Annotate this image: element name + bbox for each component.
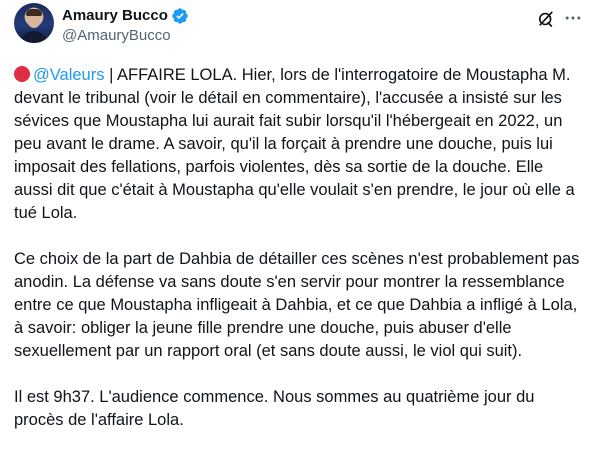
author-name[interactable]: Amaury Bucco — [62, 7, 168, 25]
author-name-row: Amaury Bucco — [62, 7, 189, 25]
tweet-paragraph-1: @Valeurs | AFFAIRE LOLA. Hier, lors de l… — [14, 64, 584, 225]
tweet-paragraph-2: Ce choix de la part de Dahbia de détaill… — [14, 250, 580, 360]
tweet: Amaury Bucco @AmauryBucco @Valeurs | AFF… — [0, 0, 591, 472]
author-handle[interactable]: @AmauryBucco — [62, 27, 171, 45]
tweet-text-1: | AFFAIRE LOLA. Hier, lors de l'interrog… — [14, 66, 575, 222]
avatar-suit — [20, 31, 48, 43]
more-dots-icon[interactable] — [563, 8, 583, 28]
avatar[interactable] — [14, 3, 54, 43]
avatar-hair — [26, 9, 42, 16]
tweet-paragraph-3: Il est 9h37. L'audience commence. Nous s… — [14, 388, 535, 429]
mention-link[interactable]: @Valeurs — [33, 66, 104, 84]
grok-slash-icon[interactable] — [536, 9, 556, 29]
verified-badge-icon — [172, 8, 188, 24]
tweet-body: @Valeurs | AFFAIRE LOLA. Hier, lors de l… — [14, 64, 584, 432]
red-circle-icon — [14, 66, 30, 82]
